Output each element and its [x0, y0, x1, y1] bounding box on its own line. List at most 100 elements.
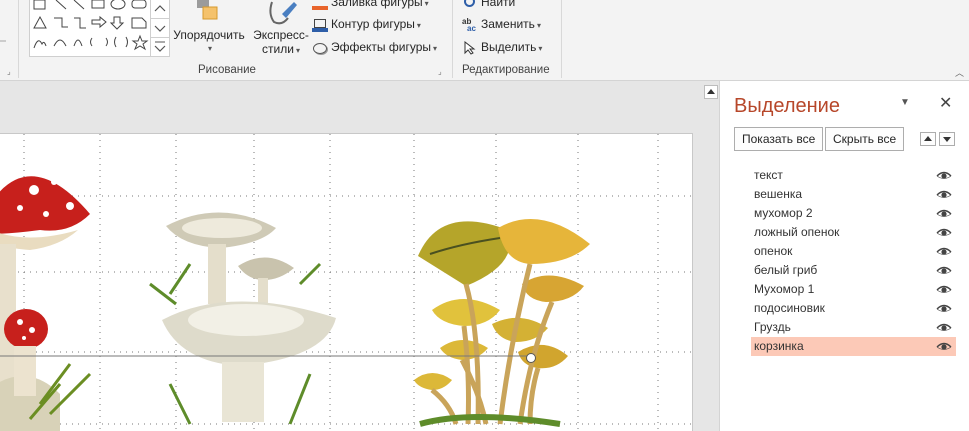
slide-canvas[interactable]: [0, 81, 719, 431]
shape-effects-dropdown-arrow-icon: ▾: [433, 44, 438, 53]
selection-list-item[interactable]: ложный опенок: [751, 223, 956, 242]
selection-pane: Выделение ▼ ✕ Показать все Скрыть все те…: [719, 81, 969, 431]
shapes-gallery[interactable]: [29, 0, 153, 57]
snip-rect-shape-icon: [131, 17, 147, 29]
selection-item-label: мухомор 2: [754, 206, 813, 220]
selection-list: текст вешенка мухомор 2 ложный опенок оп…: [751, 166, 956, 356]
cursor-arrow-icon: [462, 40, 478, 55]
gallery-up-button[interactable]: [151, 0, 169, 19]
shape-effects-icon: [312, 41, 328, 55]
shape-outline-icon: [312, 18, 328, 32]
arrange-label: Упорядочить: [173, 28, 245, 42]
slide[interactable]: [0, 133, 693, 431]
replace-dropdown-arrow-icon: ▾: [536, 21, 541, 30]
quick-styles-button[interactable]: Экспресс- стили ▾: [251, 0, 311, 58]
shape-outline-dropdown-arrow-icon: ▾: [416, 21, 421, 30]
select-label: Выделить: [481, 40, 537, 54]
selection-pane-title: Выделение: [734, 95, 840, 117]
selection-list-item[interactable]: Груздь: [751, 318, 956, 337]
group-separator: [561, 0, 562, 78]
selection-item-label: белый гриб: [754, 263, 818, 277]
left-brace-shape-icon: [90, 37, 93, 47]
eye-icon[interactable]: [936, 171, 952, 181]
quick-styles-brush-icon: [269, 1, 297, 25]
slide-artwork: [0, 134, 692, 431]
selection-item-label: Мухомор 1: [754, 282, 815, 296]
eye-icon[interactable]: [936, 247, 952, 257]
grid-lines: [0, 134, 692, 431]
milk-cap-image: [149, 212, 336, 425]
select-dropdown-arrow-icon: ▾: [538, 44, 543, 53]
selection-item-label: Груздь: [754, 320, 791, 334]
selection-list-item[interactable]: подосиновик: [751, 299, 956, 318]
gallery-more-button[interactable]: [151, 38, 169, 56]
curve-shape-icon: [73, 39, 83, 47]
replace-button[interactable]: ab ac Заменить ▾: [462, 14, 541, 34]
triangle-down-icon: [943, 137, 951, 142]
bring-forward-button[interactable]: [920, 132, 936, 146]
eye-icon[interactable]: [936, 266, 952, 276]
eye-icon[interactable]: [936, 209, 952, 219]
eye-icon[interactable]: [936, 342, 952, 352]
close-icon[interactable]: ✕: [939, 93, 952, 113]
eye-icon[interactable]: [936, 323, 952, 333]
shape-effects-button[interactable]: Эффекты фигуры ▾: [312, 37, 437, 57]
gallery-down-button[interactable]: [151, 19, 169, 38]
pane-options-chevron-down-icon[interactable]: ▼: [900, 97, 910, 108]
drawing-group-label: Рисование: [198, 64, 256, 76]
arrow-line-shape-icon: [73, 0, 85, 10]
arc-shape-icon: [53, 39, 67, 47]
previous-group-launcher-icon[interactable]: ⌟: [7, 67, 16, 76]
send-backward-button[interactable]: [939, 132, 955, 146]
rectangle-shape-icon: [91, 0, 105, 9]
arrange-icon: [197, 0, 218, 20]
group-separator: [452, 0, 453, 78]
eye-icon[interactable]: [936, 285, 952, 295]
quick-styles-dropdown-arrow-icon: ▾: [295, 46, 300, 55]
selection-list-item[interactable]: корзинка: [751, 337, 956, 356]
eye-icon[interactable]: [936, 190, 952, 200]
fly-agaric-image: [0, 170, 92, 431]
star-shape-icon: [131, 34, 149, 51]
find-button[interactable]: Найти: [462, 0, 515, 12]
arrange-button[interactable]: Упорядочить ▾: [170, 0, 248, 56]
curved-connector-shape-icon: [74, 17, 86, 29]
triangle-up-icon: [924, 136, 932, 141]
find-label: Найти: [481, 0, 516, 9]
selection-list-item[interactable]: текст: [751, 166, 956, 185]
selection-list-item[interactable]: вешенка: [751, 185, 956, 204]
down-arrow-shape-icon: [109, 16, 125, 30]
selection-item-label: ложный опенок: [754, 225, 840, 239]
collapse-ribbon-icon[interactable]: ︿: [955, 66, 964, 79]
selection-item-label: корзинка: [754, 339, 804, 353]
selection-list-item[interactable]: мухомор 2: [751, 204, 956, 223]
scroll-up-button[interactable]: [704, 85, 718, 99]
shape-effects-label: Эффекты фигуры: [331, 40, 432, 54]
hide-all-button[interactable]: Скрыть все: [825, 127, 905, 151]
gallery-expand-icon: [154, 41, 166, 52]
vertical-scrollbar[interactable]: [700, 81, 718, 431]
shape-fill-button[interactable]: Заливка фигуры ▾: [312, 0, 429, 12]
honey-mushroom-image: [414, 219, 590, 427]
find-icon: [462, 0, 478, 10]
selection-list-item[interactable]: белый гриб: [751, 261, 956, 280]
editing-group-label: Редактирование: [462, 64, 550, 76]
right-arrow-shape-icon: [91, 15, 107, 29]
quick-styles-label-line2: стили: [262, 42, 294, 56]
drawing-group-launcher-icon[interactable]: ⌟: [438, 67, 447, 76]
ribbon-edge-mark: [0, 40, 6, 42]
show-all-button[interactable]: Показать все: [734, 127, 824, 151]
rounded-rect-shape-icon: [131, 0, 147, 9]
eye-icon[interactable]: [936, 228, 952, 238]
selection-handle: [526, 353, 536, 363]
shape-outline-button[interactable]: Контур фигуры ▾: [312, 14, 421, 34]
replace-icon: ab ac: [462, 16, 476, 33]
select-button[interactable]: Выделить ▾: [462, 37, 542, 57]
text-box-shape-icon: [33, 0, 46, 10]
chevron-up-icon: [154, 5, 166, 12]
shape-fill-dropdown-arrow-icon: ▾: [424, 0, 429, 8]
eye-icon[interactable]: [936, 304, 952, 314]
selection-list-item[interactable]: Мухомор 1: [751, 280, 956, 299]
selection-list-item[interactable]: опенок: [751, 242, 956, 261]
oval-shape-icon: [110, 0, 126, 10]
